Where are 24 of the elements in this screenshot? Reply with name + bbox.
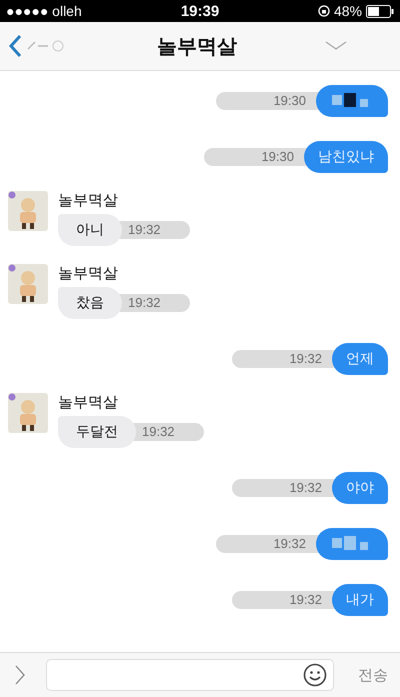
avatar[interactable] [8, 393, 48, 433]
received-message-bubble: 아니 [58, 214, 122, 246]
back-icon[interactable] [8, 34, 22, 58]
avatar[interactable] [8, 264, 48, 304]
send-button[interactable]: 전송 [354, 666, 392, 684]
sent-message-bubble: 남친있냐 [304, 141, 388, 173]
emoji-icon[interactable] [303, 663, 327, 687]
rotation-lock-icon [318, 5, 330, 17]
chat-title: 놀부멱살 [156, 32, 238, 60]
avatar[interactable] [8, 191, 48, 231]
chevron-right-icon[interactable] [14, 664, 26, 686]
battery-percent: 48% [334, 3, 362, 19]
sender-name: 놀부멱살 [58, 393, 119, 412]
sent-message-bubble: 언제 [332, 343, 388, 375]
sender-name: 놀부멱살 [58, 264, 119, 283]
message-input[interactable] [46, 659, 334, 691]
sent-message-bubble: 야야 [332, 472, 388, 504]
carrier-label: ●●●●● olleh [6, 3, 83, 19]
received-message-bubble: 찼음 [58, 287, 122, 319]
battery-icon [366, 4, 394, 18]
sender-name: 놀부멱살 [58, 191, 119, 210]
clock-time: 19:39 [180, 2, 220, 20]
sent-message-bubble: 내가 [332, 584, 388, 616]
received-message-bubble: 두달전 [58, 416, 136, 448]
